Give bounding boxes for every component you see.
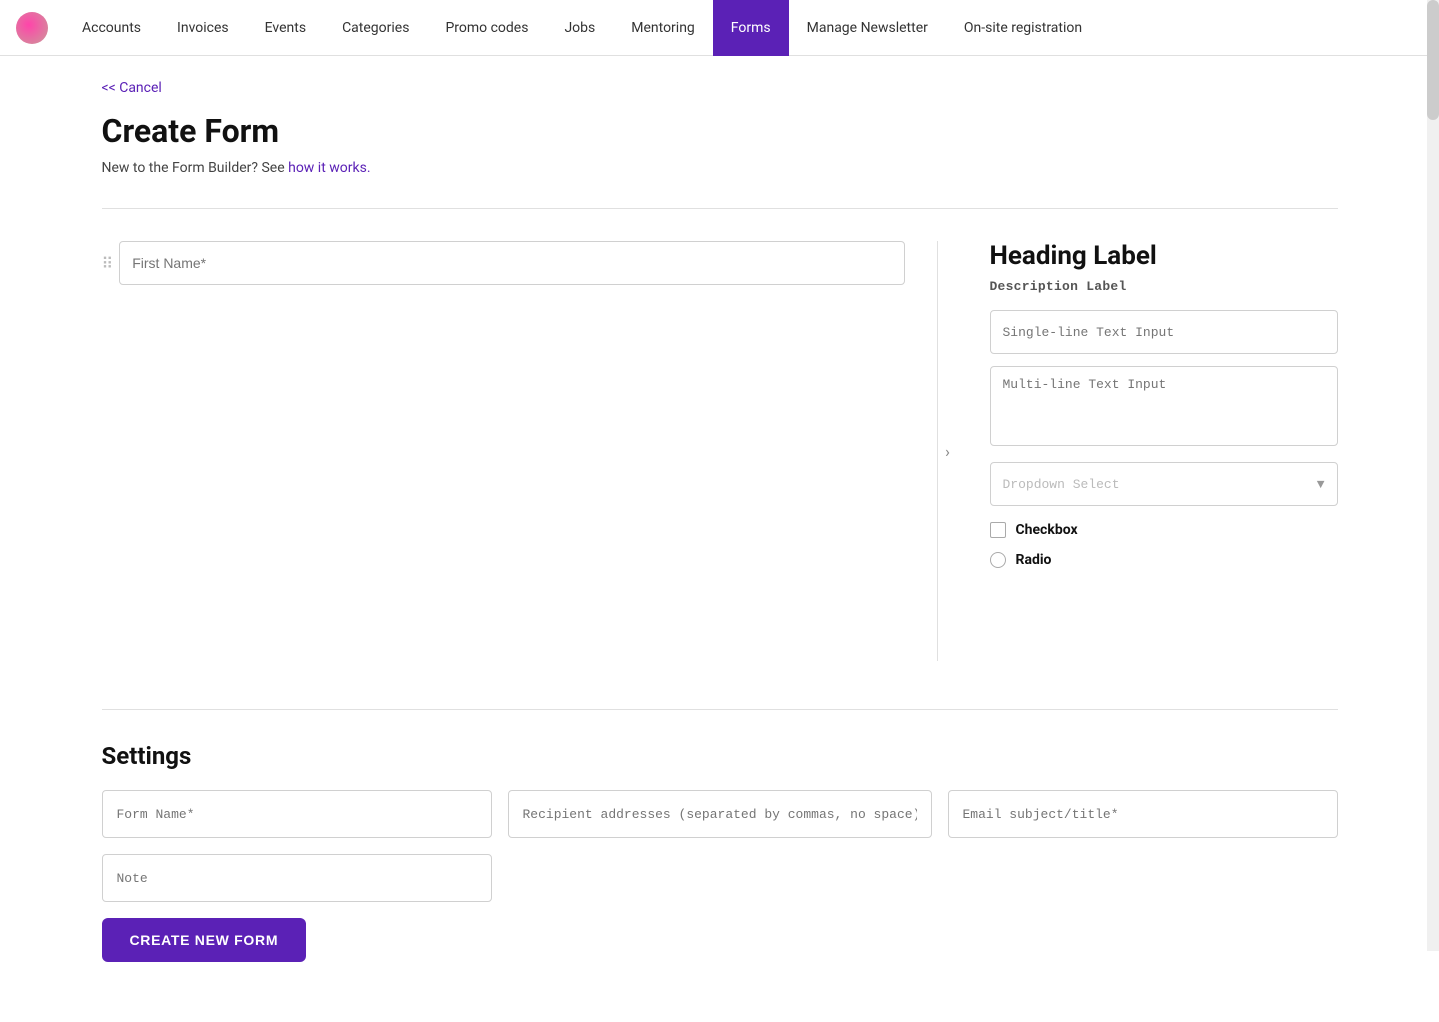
page-title: Create Form: [102, 112, 1338, 150]
cancel-link[interactable]: << Cancel: [102, 80, 162, 96]
create-new-form-button[interactable]: CREATE NEW FORM: [102, 918, 307, 962]
panel-toggle-button[interactable]: ›: [938, 442, 958, 461]
recipient-addresses-input[interactable]: [508, 790, 932, 838]
nav-item-mentoring[interactable]: Mentoring: [613, 0, 713, 56]
scrollbar[interactable]: [1427, 0, 1439, 951]
element-palette: Heading Label Description Label Dropdown…: [958, 241, 1338, 661]
form-field-row: ⠿: [102, 241, 905, 285]
avatar: [16, 12, 48, 44]
nav-link-jobs[interactable]: Jobs: [546, 0, 613, 56]
form-canvas: ⠿: [102, 241, 938, 661]
section-divider: [102, 208, 1338, 209]
nav-item-jobs[interactable]: Jobs: [546, 0, 613, 56]
nav-link-manage-newsletter[interactable]: Manage Newsletter: [789, 0, 946, 56]
palette-multi-line-input[interactable]: [990, 366, 1338, 446]
nav-item-events[interactable]: Events: [247, 0, 324, 56]
subtitle-text: New to the Form Builder? See: [102, 160, 289, 176]
main-content: << Cancel Create Form New to the Form Bu…: [70, 56, 1370, 1022]
radio-label: Radio: [1016, 552, 1052, 568]
nav-link-forms[interactable]: Forms: [713, 0, 789, 56]
radio-input[interactable]: [990, 552, 1006, 568]
form-name-input[interactable]: [102, 790, 492, 838]
note-input[interactable]: [102, 854, 492, 902]
first-name-field[interactable]: [119, 241, 904, 285]
palette-single-line-input[interactable]: [990, 310, 1338, 354]
palette-checkbox-row[interactable]: Checkbox: [990, 522, 1338, 538]
nav-link-promo-codes[interactable]: Promo codes: [427, 0, 546, 56]
nav-item-manage-newsletter[interactable]: Manage Newsletter: [789, 0, 946, 56]
nav-item-onsite-registration[interactable]: On-site registration: [946, 0, 1100, 56]
scrollbar-thumb[interactable]: [1427, 0, 1439, 120]
form-builder-area: ⠿ › Heading Label Description Label Drop…: [102, 241, 1338, 661]
drag-handle-icon[interactable]: ⠿: [102, 254, 112, 273]
nav-menu: Accounts Invoices Events Categories Prom…: [64, 0, 1100, 56]
nav-item-accounts[interactable]: Accounts: [64, 0, 159, 56]
palette-heading-label: Heading Label: [990, 241, 1338, 271]
nav-item-forms[interactable]: Forms: [713, 0, 789, 56]
nav-link-accounts[interactable]: Accounts: [64, 0, 159, 56]
palette-description-label: Description Label: [990, 279, 1338, 294]
chevron-right-icon: ›: [945, 442, 950, 461]
nav-link-onsite-registration[interactable]: On-site registration: [946, 0, 1100, 56]
checkbox-label: Checkbox: [1016, 522, 1078, 538]
how-it-works-link[interactable]: how it works.: [288, 160, 370, 176]
nav-link-invoices[interactable]: Invoices: [159, 0, 247, 56]
nav-link-mentoring[interactable]: Mentoring: [613, 0, 713, 56]
settings-row-1: [102, 790, 1338, 838]
nav-item-invoices[interactable]: Invoices: [159, 0, 247, 56]
dropdown-placeholder-text: Dropdown Select: [1003, 477, 1120, 492]
nav-item-promo-codes[interactable]: Promo codes: [427, 0, 546, 56]
subtitle: New to the Form Builder? See how it work…: [102, 160, 1338, 176]
settings-row-2: [102, 854, 1338, 902]
nav-item-categories[interactable]: Categories: [324, 0, 427, 56]
palette-dropdown[interactable]: Dropdown Select ▼: [990, 462, 1338, 506]
nav-link-categories[interactable]: Categories: [324, 0, 427, 56]
palette-radio-row[interactable]: Radio: [990, 552, 1338, 568]
nav-link-events[interactable]: Events: [247, 0, 324, 56]
email-subject-input[interactable]: [948, 790, 1338, 838]
settings-section: Settings CREATE NEW FORM: [102, 709, 1338, 962]
top-nav: Accounts Invoices Events Categories Prom…: [0, 0, 1439, 56]
chevron-down-icon: ▼: [1317, 477, 1325, 492]
settings-title: Settings: [102, 742, 1338, 770]
checkbox-input[interactable]: [990, 522, 1006, 538]
